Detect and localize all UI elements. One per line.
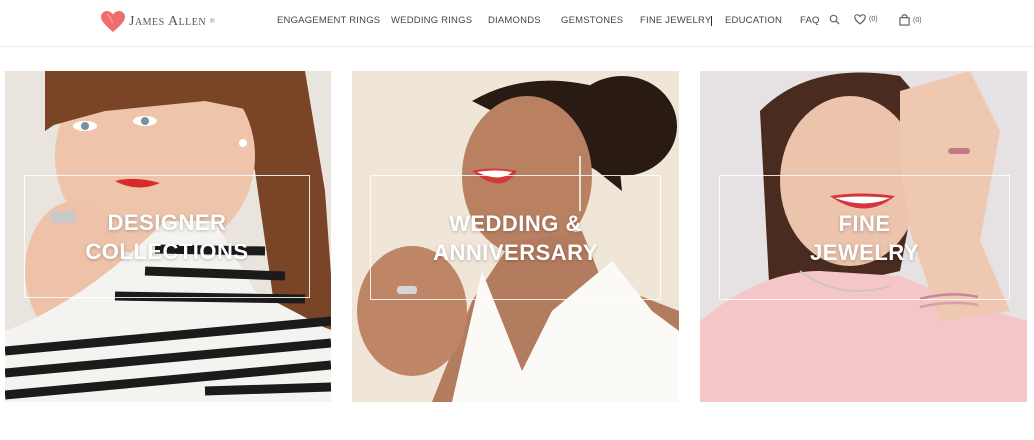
nav-gemstones[interactable]: GEMSTONES — [561, 15, 623, 26]
brand-name: James Allen — [129, 14, 207, 29]
wishlist-button[interactable]: (0) — [854, 14, 878, 25]
category-card-designer-collections[interactable]: DESIGNER COLLECTIONS — [5, 71, 331, 402]
nav-fine-jewelry[interactable]: FINE JEWELRY — [640, 15, 711, 26]
brand-logo[interactable]: James Allen ® — [101, 9, 215, 35]
overlay-frame: FINE JEWELRY — [719, 175, 1010, 300]
nav-education[interactable]: EDUCATION — [725, 15, 782, 26]
shopping-bag-icon — [899, 14, 910, 26]
nav-diamonds[interactable]: DIAMONDS — [488, 15, 541, 26]
card-title: WEDDING & ANNIVERSARY — [433, 210, 598, 265]
nav-engagement-rings[interactable]: ENGAGEMENT RINGS — [277, 15, 380, 26]
nav-divider — [711, 16, 712, 26]
heart-icon — [854, 14, 866, 25]
card-title: FINE JEWELRY — [809, 210, 920, 265]
cart-count: (0) — [913, 16, 922, 24]
wishlist-count: (0) — [869, 16, 878, 23]
category-card-wedding-anniversary[interactable]: WEDDING & ANNIVERSARY — [352, 71, 679, 402]
cart-button[interactable]: (0) — [899, 14, 922, 26]
heart-logo-icon — [101, 11, 125, 32]
card-title: DESIGNER COLLECTIONS — [85, 209, 249, 264]
overlay-frame: DESIGNER COLLECTIONS — [24, 175, 310, 298]
nav-wedding-rings[interactable]: WEDDING RINGS — [391, 15, 472, 26]
overlay-frame: WEDDING & ANNIVERSARY — [370, 175, 661, 300]
category-card-fine-jewelry[interactable]: FINE JEWELRY — [700, 71, 1027, 402]
search-button[interactable] — [829, 14, 840, 25]
site-header: James Allen ® ENGAGEMENT RINGS WEDDING R… — [0, 0, 1034, 47]
nav-faq[interactable]: FAQ — [800, 15, 820, 26]
registered-mark: ® — [210, 19, 215, 25]
search-icon — [829, 14, 840, 25]
